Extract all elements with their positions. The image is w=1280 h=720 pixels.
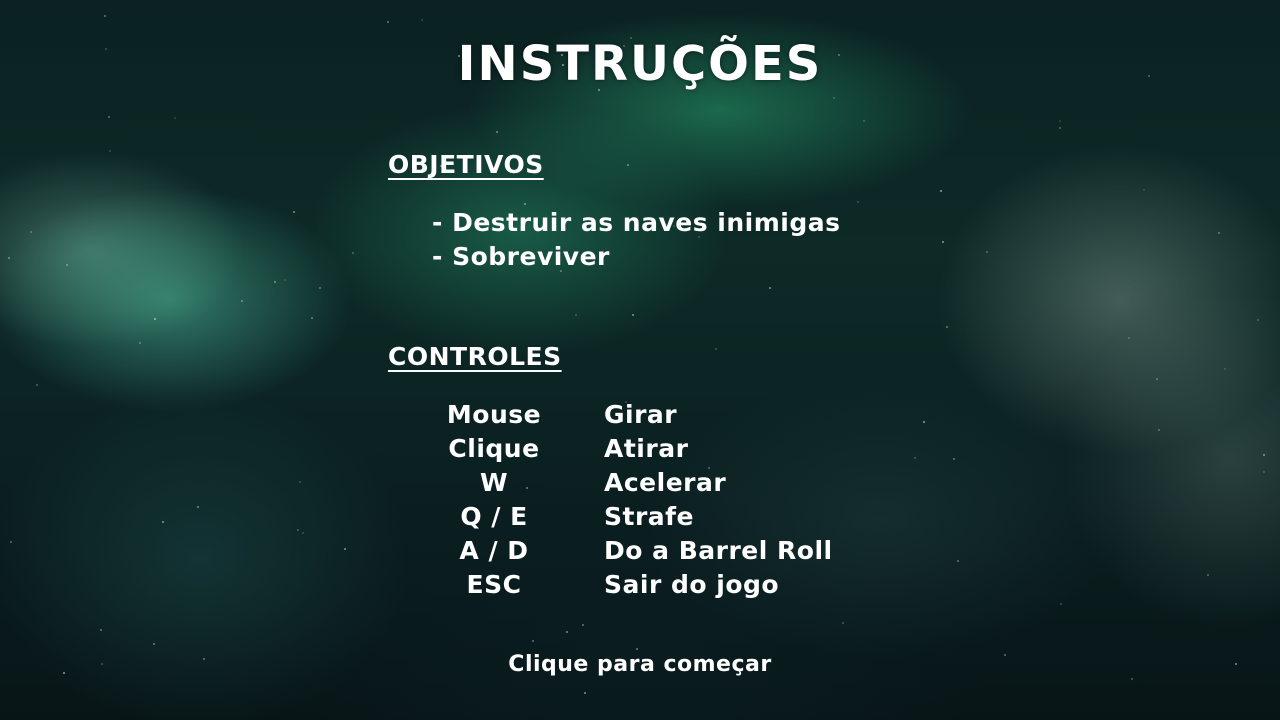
star	[575, 314, 577, 316]
control-row-qe: Q / E Strafe	[0, 502, 1280, 536]
star	[284, 279, 286, 281]
control-key: Q / E	[460, 502, 528, 531]
star	[1059, 120, 1061, 122]
star	[36, 384, 38, 386]
control-key: Clique	[448, 434, 540, 463]
star	[1224, 368, 1226, 370]
control-row-mouse: Mouse Girar	[0, 400, 1280, 434]
star	[274, 281, 276, 283]
star	[627, 164, 629, 166]
start-game-prompt[interactable]: Clique para começar	[0, 652, 1280, 677]
star	[833, 97, 835, 99]
control-action: Atirar	[604, 434, 689, 463]
objective-item-destroy: - Destruir as naves inimigas	[432, 208, 841, 237]
star	[769, 287, 771, 289]
objectives-heading: OBJETIVOS	[388, 150, 544, 179]
control-key: Mouse	[446, 400, 542, 429]
star	[319, 287, 321, 289]
control-row-click: Clique Atirar	[0, 434, 1280, 468]
star	[100, 629, 102, 631]
star	[632, 314, 634, 316]
star	[857, 201, 859, 203]
controls-heading: CONTROLES	[388, 342, 562, 371]
star	[940, 190, 942, 192]
control-action: Sair do jogo	[604, 570, 780, 599]
instructions-screen[interactable]: INSTRUÇÕES OBJETIVOS - Destruir as naves…	[0, 0, 1280, 720]
control-row-esc: ESC Sair do jogo	[0, 570, 1280, 604]
star	[942, 241, 944, 243]
star	[104, 15, 106, 17]
star	[421, 19, 423, 21]
star	[496, 131, 498, 133]
star	[566, 631, 568, 633]
star	[636, 648, 638, 650]
star	[387, 21, 389, 23]
star	[532, 640, 534, 642]
star	[241, 300, 243, 302]
control-action: Strafe	[604, 502, 694, 531]
star	[311, 317, 313, 319]
control-row-ad: A / D Do a Barrel Roll	[0, 536, 1280, 570]
star	[1257, 319, 1259, 321]
star	[1128, 337, 1130, 339]
star	[352, 252, 354, 254]
star	[1143, 189, 1145, 191]
control-key: W	[479, 468, 509, 497]
star	[842, 622, 844, 624]
star	[715, 348, 717, 350]
star	[524, 203, 526, 205]
star	[584, 692, 586, 694]
star	[153, 643, 155, 645]
control-key: A / D	[459, 536, 529, 565]
control-row-w: W Acelerar	[0, 468, 1280, 502]
star	[946, 326, 948, 328]
star	[8, 257, 10, 259]
star	[174, 117, 176, 119]
control-key: ESC	[466, 570, 522, 599]
star	[154, 318, 156, 320]
star	[1059, 127, 1061, 129]
star	[1218, 232, 1220, 234]
star	[582, 624, 584, 626]
star	[863, 120, 865, 122]
star	[30, 231, 32, 233]
control-action: Girar	[604, 400, 678, 429]
objective-item-survive: - Sobreviver	[432, 242, 610, 271]
star	[109, 150, 111, 152]
star	[66, 264, 68, 266]
control-action: Acelerar	[604, 468, 727, 497]
star	[986, 251, 988, 253]
control-action: Do a Barrel Roll	[604, 536, 833, 565]
star	[108, 116, 110, 118]
star	[139, 342, 141, 344]
star	[1156, 378, 1158, 380]
page-title: INSTRUÇÕES	[457, 36, 823, 92]
star	[1131, 678, 1133, 680]
star	[293, 211, 295, 213]
